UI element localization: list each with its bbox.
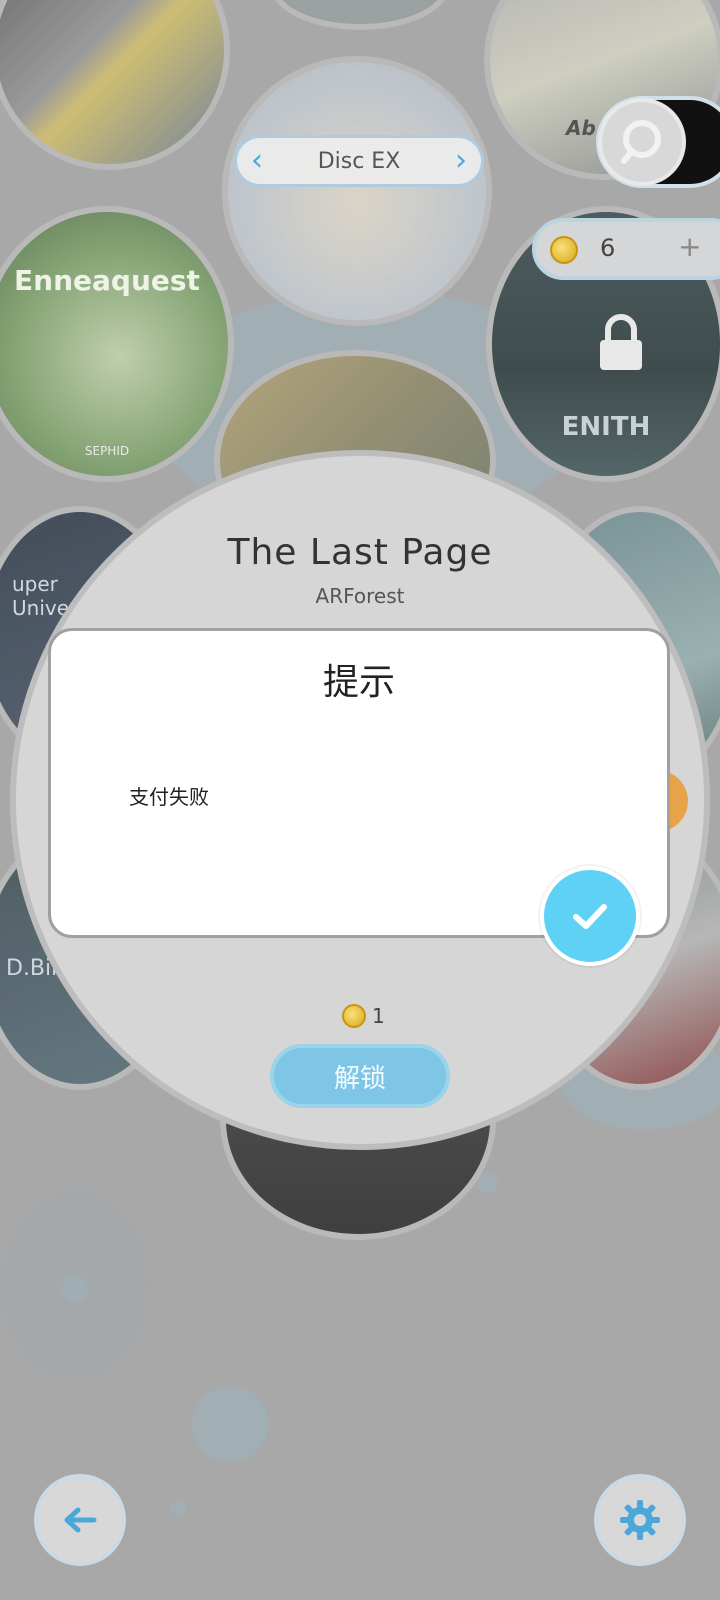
disc-selector: ‹ Disc EX › <box>234 135 484 187</box>
unlock-button[interactable]: 解锁 <box>270 1044 450 1108</box>
search-icon <box>621 120 661 164</box>
album-ab-text: Ab <box>566 116 596 140</box>
settings-button[interactable] <box>594 1474 686 1566</box>
coin-count: 6 <box>600 234 616 262</box>
gear-icon <box>620 1500 660 1540</box>
disc-selector-label: Disc EX <box>317 148 401 174</box>
album-disc-enneaquest[interactable]: Enneaquest SEPHID <box>0 206 234 482</box>
coin-balance: 6 + <box>532 218 720 280</box>
dialog-message: 支付失败 <box>129 785 209 809</box>
add-coins-button[interactable]: + <box>678 230 701 263</box>
checkmark-icon <box>573 904 607 929</box>
decor-bubble <box>192 1386 268 1462</box>
lock-icon <box>598 314 644 376</box>
album-disc-top-center[interactable] <box>270 0 450 30</box>
decor-bubble <box>170 1500 186 1516</box>
back-button[interactable] <box>34 1474 126 1566</box>
confirm-button[interactable] <box>540 866 640 966</box>
song-title: The Last Page <box>227 532 493 573</box>
album-disc-top-left[interactable] <box>0 0 230 170</box>
chevron-left-icon[interactable]: ‹ <box>251 146 263 176</box>
dialog-title: 提示 <box>322 662 395 703</box>
coin-icon <box>342 1004 366 1028</box>
album-disc-feather[interactable] <box>222 56 492 326</box>
arrow-left-icon <box>64 1507 97 1533</box>
album-zenith-text: ENITH <box>561 412 651 442</box>
unlock-price: 1 <box>372 1004 385 1028</box>
search-button[interactable] <box>598 98 686 186</box>
song-artist: ARForest <box>315 584 405 608</box>
album-sephid-text: SEPHID <box>84 444 130 458</box>
decor-bubble <box>62 1276 88 1302</box>
coin-icon <box>550 236 578 264</box>
album-enneaquest-title: Enneaquest <box>14 264 200 297</box>
chevron-right-icon[interactable]: › <box>455 146 467 176</box>
